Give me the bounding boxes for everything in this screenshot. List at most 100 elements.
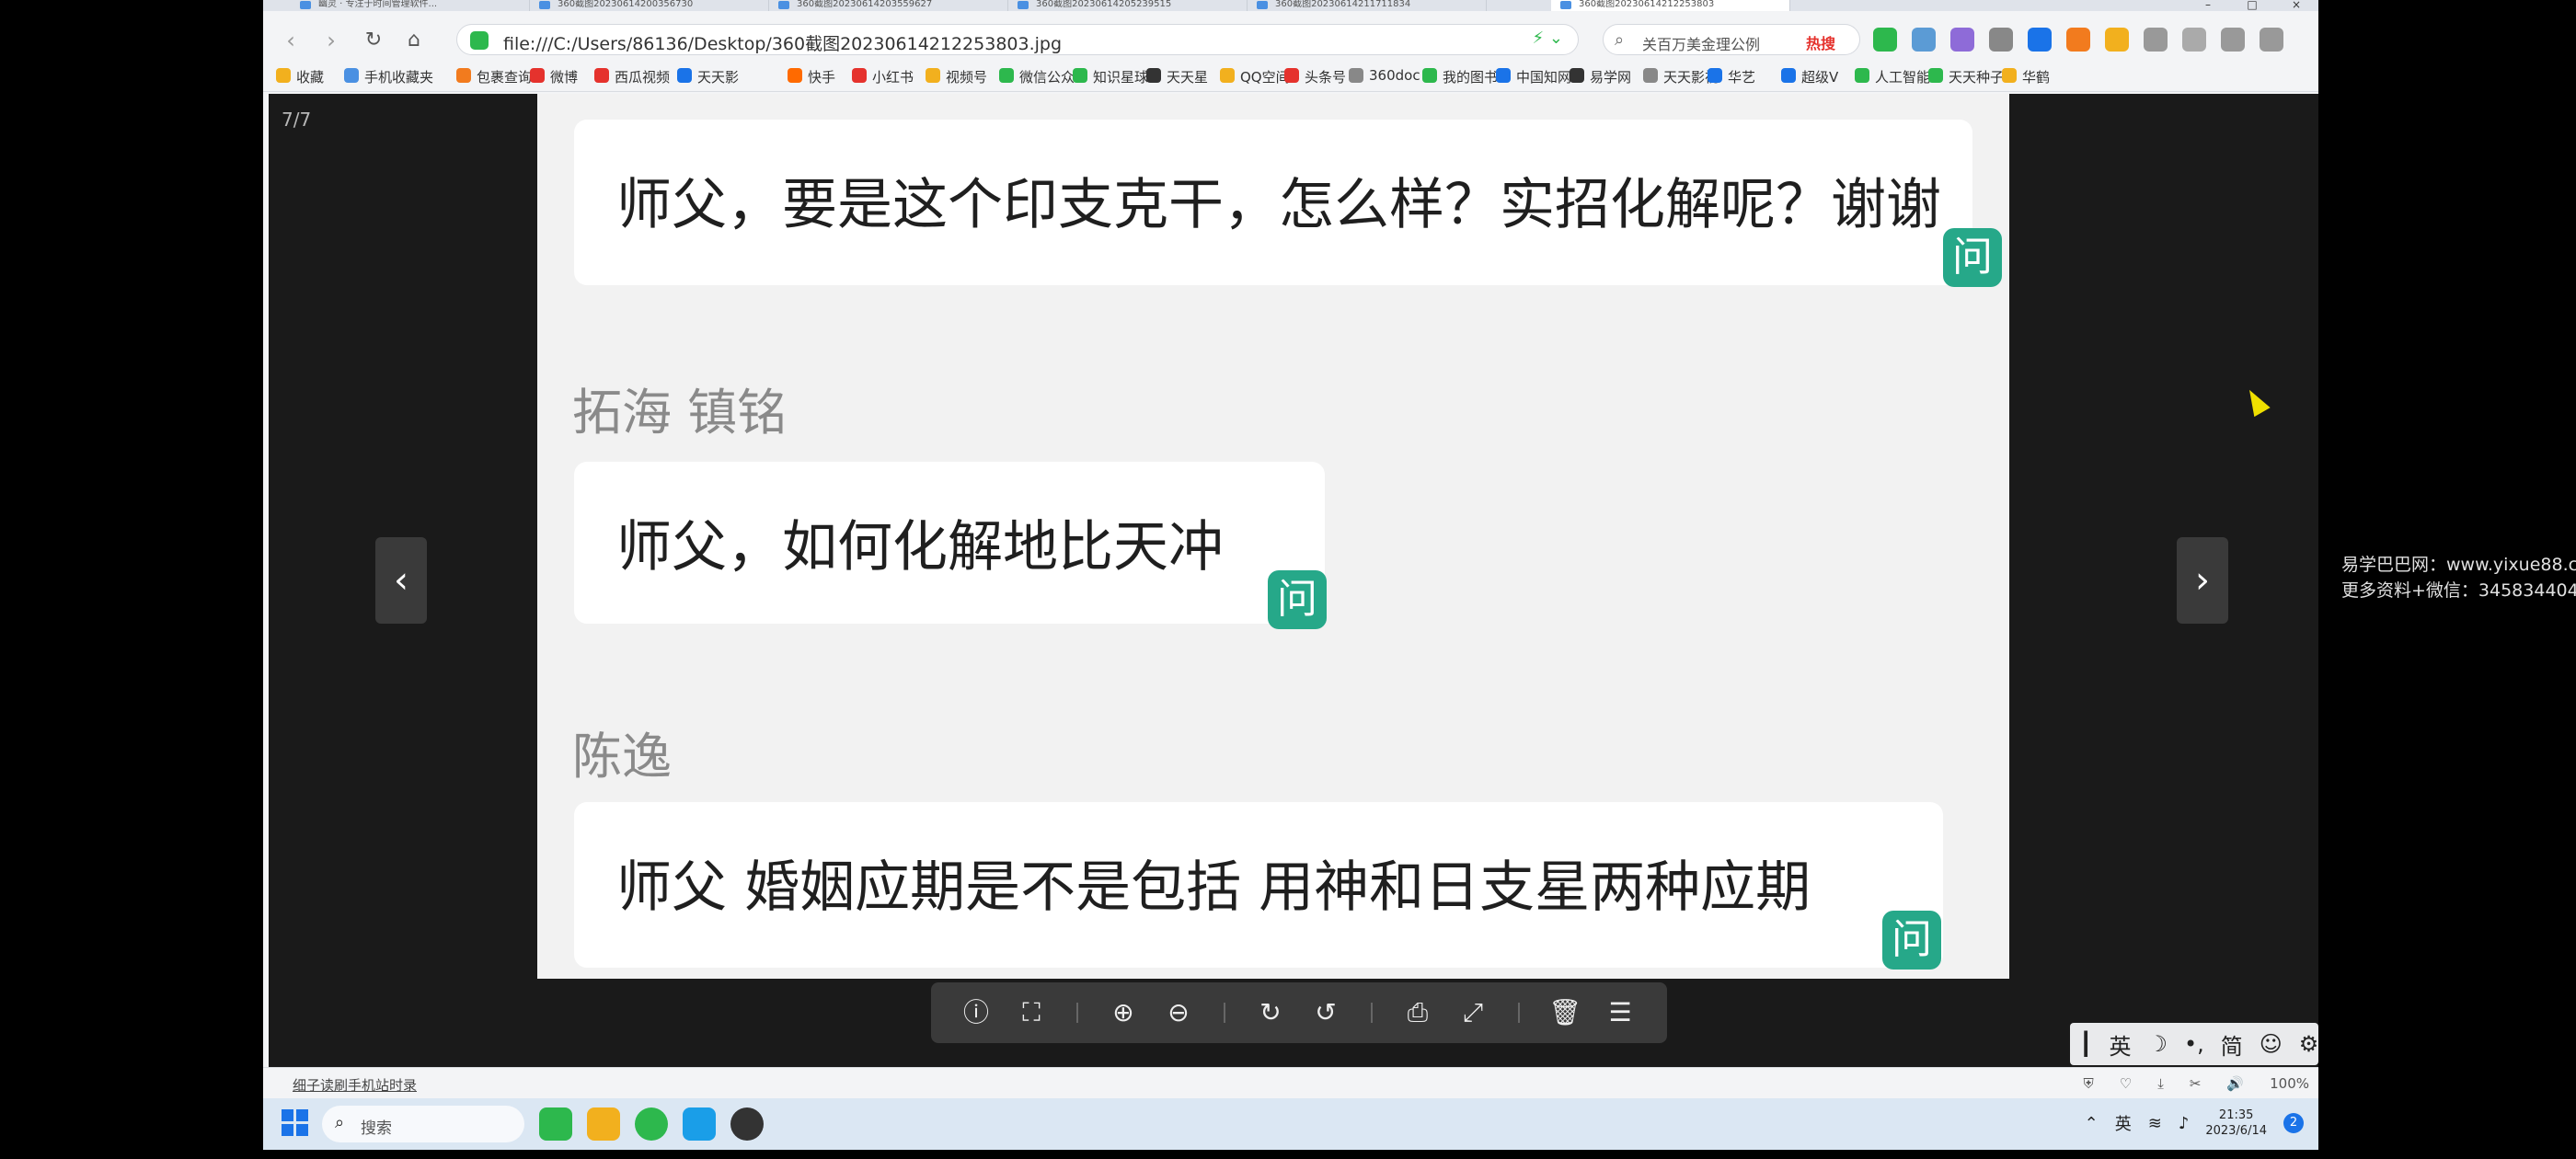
bookmark-item[interactable]: 西瓜视频 bbox=[594, 67, 670, 86]
bookmark-item[interactable]: 手机收藏夹 bbox=[344, 67, 433, 86]
sender-name: 陈逸 bbox=[572, 728, 672, 786]
settings-icon[interactable] bbox=[2182, 28, 2206, 52]
browser-tab[interactable]: 360截图20230614211711834 bbox=[1248, 0, 1487, 11]
search-text: 关百万美金理公例 bbox=[1642, 36, 1761, 53]
bookmark-item[interactable]: QQ空间 bbox=[1220, 67, 1290, 86]
clock[interactable]: 21:35 2023/6/14 bbox=[2205, 1107, 2267, 1139]
ime-lang-toggle[interactable]: 英 bbox=[2109, 1028, 2131, 1061]
bookmark-item[interactable]: 微信公众 bbox=[999, 67, 1075, 86]
browser-tab-active[interactable]: 360截图20230614212253803 bbox=[1551, 0, 1790, 11]
extension-icon[interactable] bbox=[1873, 28, 1897, 52]
bookmark-item[interactable]: 视频号 bbox=[926, 67, 987, 86]
browser-app-icon[interactable] bbox=[539, 1107, 572, 1141]
bookmark-item[interactable]: 收藏 bbox=[276, 67, 324, 86]
extension-icon[interactable] bbox=[1912, 28, 1936, 52]
taskbar-search[interactable]: ⌕ 搜索 bbox=[322, 1106, 524, 1142]
url-tools-icon[interactable]: ⚡ ⌄ bbox=[1533, 29, 1563, 48]
status-link[interactable]: 细子读刷手机站时录 bbox=[293, 1075, 417, 1095]
rotate-left-icon[interactable]: ↺ bbox=[1308, 995, 1343, 1030]
emoji-icon[interactable]: ☺ bbox=[2260, 1031, 2283, 1057]
search-icon[interactable] bbox=[2028, 28, 2052, 52]
bookmark-label: 天天星 bbox=[1167, 69, 1209, 86]
notification-badge[interactable]: 2 bbox=[2283, 1113, 2304, 1133]
bookmark-item[interactable]: 快手 bbox=[788, 67, 835, 86]
refresh-icon[interactable]: ↻ bbox=[359, 26, 388, 55]
browser-tab[interactable]: 360截图20230614205239515 bbox=[1008, 0, 1248, 11]
bookmark-item[interactable]: 华鹤 bbox=[2002, 67, 2050, 86]
zoom-out-icon[interactable]: ⊖ bbox=[1161, 995, 1196, 1030]
moon-icon[interactable]: ☽ bbox=[2147, 1031, 2168, 1057]
info-icon[interactable]: ⓘ bbox=[959, 995, 994, 1030]
hot-search-label[interactable]: 热搜 bbox=[1806, 31, 1835, 53]
delete-icon[interactable]: 🗑 bbox=[1547, 995, 1582, 1030]
extension-icon[interactable] bbox=[1950, 28, 1974, 52]
folder-app-icon[interactable] bbox=[587, 1107, 620, 1141]
scissors-icon[interactable] bbox=[1989, 28, 2013, 52]
next-image-button[interactable]: › bbox=[2177, 537, 2228, 624]
zoom-in-icon[interactable]: ⊕ bbox=[1106, 995, 1141, 1030]
browser-tab[interactable]: 360截图20230614203559627 bbox=[769, 0, 1008, 11]
bookmark-item[interactable]: 华艺 bbox=[1708, 67, 1755, 86]
grid-icon[interactable] bbox=[2144, 28, 2168, 52]
bookmark-item[interactable]: 360doc bbox=[1349, 67, 1420, 84]
bookmark-item[interactable]: 微博 bbox=[530, 67, 578, 86]
shield-icon[interactable]: ⛨ bbox=[2083, 1075, 2093, 1092]
search-input[interactable]: ⌕ 关百万美金理公例 热搜 bbox=[1603, 24, 1860, 55]
ime-simplified-toggle[interactable]: 简 bbox=[2221, 1028, 2243, 1061]
screenshot-icon[interactable]: ✂ bbox=[2190, 1075, 2202, 1092]
screenshot-image: 师父，要是这个印支克干，怎么样？实招化解呢？谢谢 问 拓海 镇铭 师父，如何化解… bbox=[537, 94, 2009, 979]
recorder-app-icon[interactable] bbox=[730, 1107, 764, 1141]
zoom-level[interactable]: 100% bbox=[2270, 1075, 2309, 1092]
bookmark-item[interactable]: 包裹查询 bbox=[456, 67, 532, 86]
fit-screen-icon[interactable]: ⛶ bbox=[1014, 995, 1049, 1030]
bookmark-item[interactable]: 我的图书 bbox=[1422, 67, 1498, 86]
volume-icon[interactable]: ♪ bbox=[2179, 1114, 2190, 1133]
tab-label: 360截图20230614212253803 bbox=[1579, 0, 1715, 9]
volume-icon[interactable]: 🔊 bbox=[2226, 1075, 2244, 1092]
close-icon[interactable]: × bbox=[2274, 0, 2318, 11]
back-icon[interactable]: ‹ bbox=[276, 26, 305, 55]
bookmark-item[interactable]: 中国知网 bbox=[1496, 67, 1571, 86]
settings-icon[interactable]: ⚙ bbox=[2299, 1031, 2318, 1057]
remote-app-icon[interactable] bbox=[683, 1107, 716, 1141]
wechat-app-icon[interactable] bbox=[635, 1107, 668, 1141]
menu-icon[interactable] bbox=[2260, 28, 2283, 52]
bookmark-item[interactable]: 头条号 bbox=[1284, 67, 1346, 86]
rotate-right-icon[interactable]: ↻ bbox=[1253, 995, 1288, 1030]
status-bar: 细子读刷手机站时录 ⛨ ♡ ⤓ ✂ 🔊 100% bbox=[263, 1067, 2318, 1098]
browser-tab[interactable]: 360截图20230614200356730 bbox=[530, 0, 769, 11]
bookmark-favicon-icon bbox=[456, 68, 471, 83]
bookmark-item[interactable]: 天天种子 bbox=[1928, 67, 2004, 86]
heart-icon[interactable]: ♡ bbox=[2120, 1075, 2132, 1092]
bookmark-item[interactable]: 知识星球 bbox=[1073, 67, 1148, 86]
bookmark-label: 微博 bbox=[550, 69, 579, 86]
fox-icon[interactable] bbox=[2066, 28, 2090, 52]
browser-tab[interactable]: 幽灵 · 专注于时间管理软件... bbox=[291, 0, 530, 11]
url-field[interactable]: file:///C:/Users/86136/Desktop/360截图2023… bbox=[456, 24, 1579, 55]
wifi-icon[interactable]: ≋ bbox=[2148, 1114, 2162, 1133]
bookmark-favicon-icon bbox=[1220, 68, 1235, 83]
bookmark-item[interactable]: 小红书 bbox=[852, 67, 914, 86]
maximize-icon[interactable]: □ bbox=[2230, 0, 2274, 11]
bookmark-item[interactable]: 人工智能 bbox=[1855, 67, 1930, 86]
fullscreen-icon[interactable]: ⤢ bbox=[1455, 995, 1490, 1030]
bookmark-item[interactable]: 易学网 bbox=[1570, 67, 1631, 86]
message-text: 师父 婚姻应期是不是包括 用神和日支星两种应期 bbox=[616, 855, 1811, 920]
minimize-icon[interactable]: – bbox=[2186, 0, 2230, 11]
tray-lang[interactable]: 英 bbox=[2115, 1111, 2132, 1135]
shield-icon[interactable] bbox=[2105, 28, 2129, 52]
undo-icon[interactable] bbox=[2221, 28, 2245, 52]
bookmark-item[interactable]: 天天影 bbox=[677, 67, 739, 86]
print-icon[interactable]: ⎙ bbox=[1400, 995, 1435, 1030]
home-icon[interactable]: ⌂ bbox=[399, 26, 429, 55]
bookmark-item[interactable]: 超级V bbox=[1781, 67, 1838, 86]
start-icon[interactable] bbox=[282, 1109, 309, 1137]
punctuation-icon[interactable]: •, bbox=[2184, 1031, 2204, 1057]
forward-icon[interactable]: › bbox=[316, 26, 346, 55]
ime-handle-icon[interactable]: ┃ bbox=[2079, 1031, 2092, 1057]
download-icon[interactable]: ⤓ bbox=[2157, 1075, 2164, 1092]
menu-icon[interactable]: ☰ bbox=[1603, 995, 1638, 1030]
chevron-up-icon[interactable]: ⌃ bbox=[2085, 1114, 2099, 1133]
bookmark-item[interactable]: 天天星 bbox=[1146, 67, 1208, 86]
prev-image-button[interactable]: ‹ bbox=[375, 537, 427, 624]
